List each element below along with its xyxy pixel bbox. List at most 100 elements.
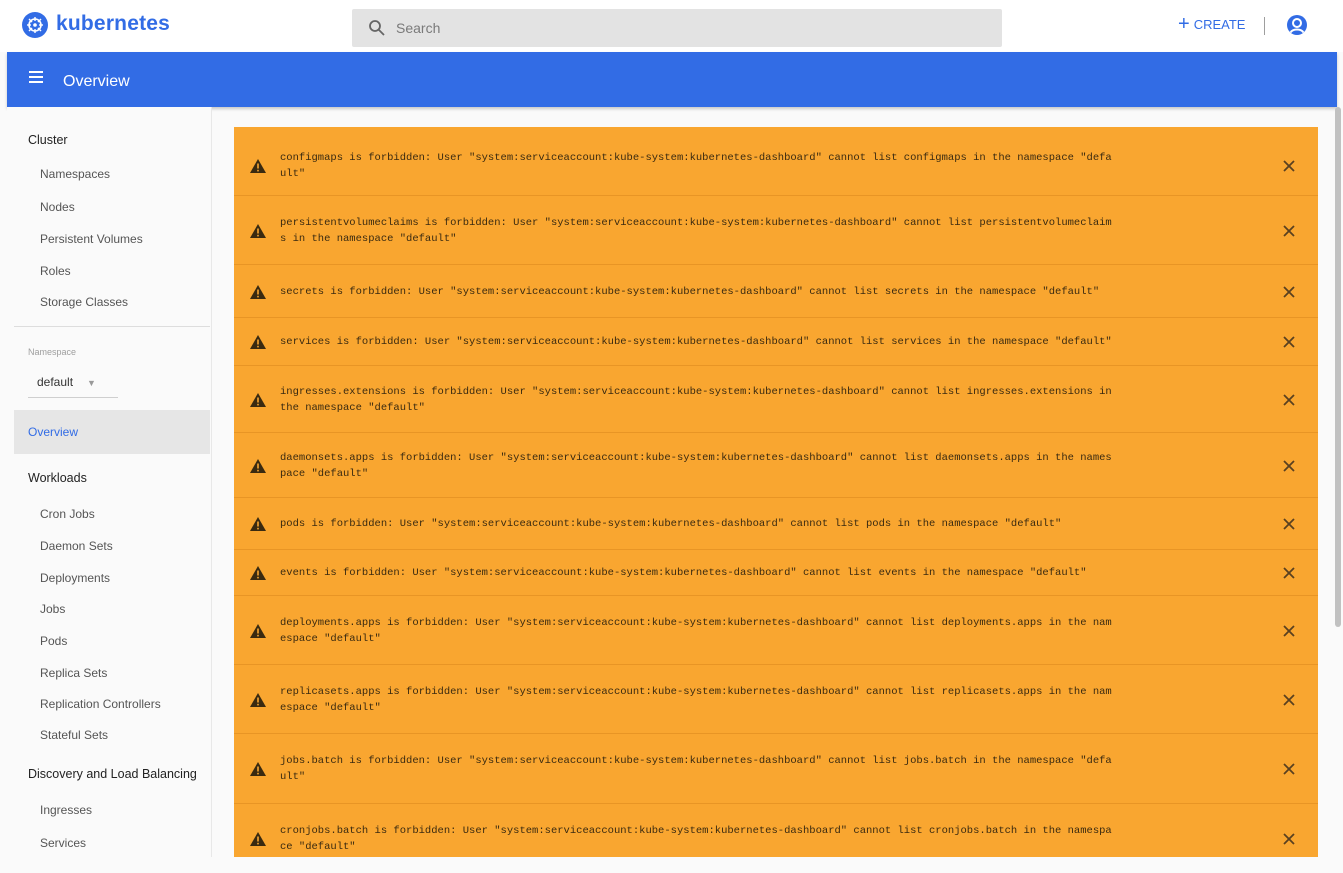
close-icon[interactable] bbox=[1282, 517, 1296, 531]
sidebar-item-overview[interactable]: Overview bbox=[14, 410, 210, 454]
search-placeholder: Search bbox=[396, 20, 441, 36]
sidebar-item-replica-sets[interactable]: Replica Sets bbox=[40, 666, 107, 680]
brand-name[interactable]: kubernetes bbox=[56, 12, 170, 36]
warning-icon bbox=[250, 458, 266, 473]
warning-icon bbox=[250, 159, 266, 173]
sidebar-heading-discovery[interactable]: Discovery and Load Balancing bbox=[28, 767, 197, 781]
alert-message: replicasets.apps is forbidden: User "sys… bbox=[280, 684, 1272, 716]
warning-icon bbox=[250, 517, 266, 531]
alert-message-line: jobs.batch is forbidden: User "system:se… bbox=[280, 755, 1112, 767]
alert-row: cronjobs.batch is forbidden: User "syste… bbox=[234, 803, 1318, 873]
page-toolbar: Overview bbox=[7, 52, 1337, 107]
sidebar-item-replication-controllers[interactable]: Replication Controllers bbox=[40, 697, 161, 711]
alert-row: pods is forbidden: User "system:servicea… bbox=[234, 497, 1318, 549]
close-icon[interactable] bbox=[1282, 285, 1296, 299]
sidebar-item-deployments[interactable]: Deployments bbox=[40, 571, 110, 585]
alert-message-line: ult" bbox=[280, 771, 306, 783]
alert-message-line: pace "default" bbox=[280, 467, 369, 480]
warning-icon bbox=[250, 335, 266, 349]
error-notifications-panel: configmaps is forbidden: User "system:se… bbox=[234, 127, 1318, 857]
sidebar-divider bbox=[14, 326, 210, 327]
kubernetes-logo-icon[interactable] bbox=[22, 12, 48, 38]
alert-row: jobs.batch is forbidden: User "system:se… bbox=[234, 733, 1318, 803]
close-icon[interactable] bbox=[1282, 566, 1296, 580]
sidebar-item-ingresses[interactable]: Ingresses bbox=[40, 803, 92, 817]
alert-message-line: daemonsets.apps is forbidden: User "syst… bbox=[280, 451, 1112, 464]
alert-message: persistentvolumeclaims is forbidden: Use… bbox=[280, 215, 1272, 247]
plus-icon: + bbox=[1178, 13, 1190, 35]
sidebar-heading-workloads[interactable]: Workloads bbox=[28, 471, 87, 485]
warning-icon bbox=[250, 762, 266, 776]
close-icon[interactable] bbox=[1282, 459, 1296, 473]
create-button[interactable]: + CREATE bbox=[1178, 13, 1246, 35]
sidebar-item-pods[interactable]: Pods bbox=[40, 634, 67, 648]
namespace-select-underline bbox=[28, 397, 118, 398]
close-icon[interactable] bbox=[1282, 624, 1296, 638]
chevron-down-icon: ▼ bbox=[87, 378, 96, 388]
sidebar: Cluster Namespaces Nodes Persistent Volu… bbox=[7, 107, 212, 857]
alert-message-line: replicasets.apps is forbidden: User "sys… bbox=[280, 685, 1112, 698]
alert-message: services is forbidden: User "system:serv… bbox=[280, 334, 1272, 350]
help-icon[interactable] bbox=[1286, 14, 1308, 36]
alert-message: cronjobs.batch is forbidden: User "syste… bbox=[280, 823, 1272, 855]
top-bar: kubernetes Search + CREATE bbox=[0, 0, 1343, 52]
sidebar-item-roles[interactable]: Roles bbox=[40, 264, 71, 278]
namespace-select[interactable]: default ▼ bbox=[37, 375, 96, 389]
sidebar-item-overview-label: Overview bbox=[28, 425, 79, 439]
close-icon[interactable] bbox=[1282, 335, 1296, 349]
alert-row: configmaps is forbidden: User "system:se… bbox=[234, 137, 1318, 195]
alert-row: persistentvolumeclaims is forbidden: Use… bbox=[234, 195, 1318, 264]
warning-icon bbox=[250, 692, 266, 707]
alert-message-line: espace "default" bbox=[280, 632, 381, 645]
warning-icon bbox=[250, 284, 266, 299]
alert-message-line: events is forbidden: User "system:servic… bbox=[280, 567, 1087, 579]
alert-message: ingresses.extensions is forbidden: User … bbox=[280, 384, 1272, 416]
alert-message: daemonsets.apps is forbidden: User "syst… bbox=[280, 450, 1272, 482]
sidebar-item-persistent-volumes[interactable]: Persistent Volumes bbox=[40, 232, 143, 246]
alert-message: configmaps is forbidden: User "system:se… bbox=[280, 150, 1272, 182]
alert-message-line: configmaps is forbidden: User "system:se… bbox=[280, 152, 1112, 164]
sidebar-item-stateful-sets[interactable]: Stateful Sets bbox=[40, 728, 108, 742]
sidebar-item-cron-jobs[interactable]: Cron Jobs bbox=[40, 507, 95, 521]
alert-row: deployments.apps is forbidden: User "sys… bbox=[234, 595, 1318, 664]
alert-message-line: espace "default" bbox=[280, 701, 381, 714]
alert-message: deployments.apps is forbidden: User "sys… bbox=[280, 615, 1272, 647]
alert-message-line: ingresses.extensions is forbidden: User … bbox=[280, 385, 1112, 398]
search-input[interactable]: Search bbox=[352, 9, 1002, 47]
alert-message-line: secrets is forbidden: User "system:servi… bbox=[280, 285, 1100, 298]
sidebar-heading-cluster[interactable]: Cluster bbox=[28, 133, 68, 147]
alert-message-line: ce "default" bbox=[280, 841, 356, 853]
alert-message-line: ult" bbox=[280, 168, 306, 180]
alert-row: daemonsets.apps is forbidden: User "syst… bbox=[234, 432, 1318, 497]
toolbar-divider bbox=[1264, 17, 1265, 35]
page-scrollbar[interactable] bbox=[1335, 107, 1341, 627]
sidebar-item-daemon-sets[interactable]: Daemon Sets bbox=[40, 539, 113, 553]
close-icon[interactable] bbox=[1282, 159, 1296, 173]
alert-message-line: persistentvolumeclaims is forbidden: Use… bbox=[280, 216, 1112, 229]
close-icon[interactable] bbox=[1282, 224, 1296, 238]
alert-row: secrets is forbidden: User "system:servi… bbox=[234, 264, 1318, 317]
alert-row: ingresses.extensions is forbidden: User … bbox=[234, 365, 1318, 432]
warning-icon bbox=[250, 566, 266, 580]
page-title: Overview bbox=[63, 73, 130, 90]
alert-message-line: deployments.apps is forbidden: User "sys… bbox=[280, 616, 1112, 629]
sidebar-item-namespaces[interactable]: Namespaces bbox=[40, 167, 110, 181]
sidebar-item-storage-classes[interactable]: Storage Classes bbox=[40, 295, 128, 309]
alert-message: jobs.batch is forbidden: User "system:se… bbox=[280, 753, 1272, 785]
alert-message-line: the namespace "default" bbox=[280, 401, 425, 414]
sidebar-item-services[interactable]: Services bbox=[40, 836, 86, 850]
create-label: CREATE bbox=[1193, 16, 1246, 32]
close-icon[interactable] bbox=[1282, 393, 1296, 407]
alert-message-line: pods is forbidden: User "system:servicea… bbox=[280, 518, 1062, 530]
close-icon[interactable] bbox=[1282, 693, 1296, 707]
sidebar-item-nodes[interactable]: Nodes bbox=[40, 200, 75, 214]
namespace-value: default bbox=[37, 375, 74, 389]
warning-icon bbox=[250, 392, 266, 407]
sidebar-item-jobs[interactable]: Jobs bbox=[40, 602, 65, 616]
alert-message-line: cronjobs.batch is forbidden: User "syste… bbox=[280, 825, 1112, 837]
alert-row: services is forbidden: User "system:serv… bbox=[234, 317, 1318, 365]
close-icon[interactable] bbox=[1282, 762, 1296, 776]
alert-row: events is forbidden: User "system:servic… bbox=[234, 549, 1318, 595]
close-icon[interactable] bbox=[1282, 832, 1296, 846]
hamburger-menu-icon[interactable] bbox=[29, 71, 43, 83]
